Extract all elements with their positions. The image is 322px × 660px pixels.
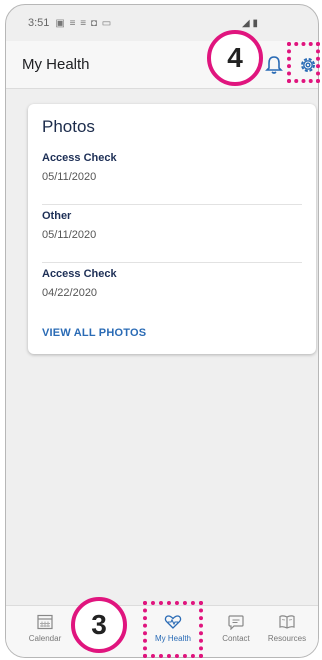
photo-date: 05/11/2020 — [42, 171, 97, 183]
status-time: 3:51 — [28, 17, 50, 29]
status-bar: 3:51 ▣ ≡ ≡ ◘ ▭ ◢ ▮ — [6, 5, 318, 41]
book-icon — [279, 615, 295, 629]
nav-label: Resources — [267, 634, 307, 643]
photo-list-item[interactable]: Access Check 05/11/2020 — [42, 152, 302, 205]
message-icon — [228, 615, 244, 630]
photo-list-item[interactable]: Other 05/11/2020 — [42, 210, 302, 263]
settings-highlight-box — [287, 42, 320, 83]
photo-name: Access Check — [42, 152, 117, 164]
nav-label: Calendar — [28, 634, 62, 643]
photo-date: 05/11/2020 — [42, 229, 97, 241]
photo-name: Access Check — [42, 268, 117, 280]
view-all-photos-link[interactable]: VIEW ALL PHOTOS — [42, 327, 146, 339]
bell-icon[interactable] — [265, 55, 283, 75]
nav-item-resources[interactable]: Resources — [256, 606, 318, 657]
photo-list-item[interactable]: Access Check 04/22/2020 — [42, 268, 302, 320]
photo-name: Other — [42, 210, 72, 222]
callout-number-4: 4 — [207, 30, 263, 86]
app-bar: My Health — [6, 41, 318, 89]
status-notification-icons: ▣ ≡ ≡ ◘ ▭ — [55, 17, 113, 29]
phone-frame: 3:51 ▣ ≡ ≡ ◘ ▭ ◢ ▮ My Health Photos Acce… — [5, 4, 319, 658]
nav-item-calendar[interactable]: Calendar — [14, 606, 76, 657]
status-signal-icons: ◢ ▮ — [242, 17, 258, 29]
photo-date: 04/22/2020 — [42, 287, 98, 299]
calendar-icon — [37, 614, 53, 630]
photos-card: Photos Access Check 05/11/2020 Other 05/… — [28, 104, 316, 354]
page-title: My Health — [22, 56, 90, 73]
my-health-highlight-box — [143, 601, 203, 658]
callout-number-3: 3 — [71, 597, 127, 653]
photos-card-title: Photos — [42, 117, 95, 136]
